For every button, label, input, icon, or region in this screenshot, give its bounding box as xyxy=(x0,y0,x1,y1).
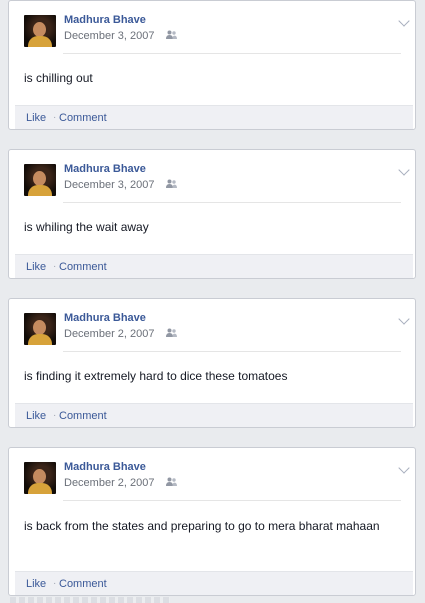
post-meta: December 2, 2007 xyxy=(64,328,177,340)
next-post-peek xyxy=(10,597,170,603)
post-meta: December 2, 2007 xyxy=(64,477,177,489)
status-post: Madhura Bhave December 3, 2007 is chilli… xyxy=(8,0,416,130)
post-meta: December 3, 2007 xyxy=(64,30,177,42)
chevron-down-icon[interactable] xyxy=(398,313,410,325)
status-text: is finding it extremely hard to dice the… xyxy=(24,369,288,383)
action-bar: Like · Comment xyxy=(15,254,413,278)
post-date-link[interactable]: December 3, 2007 xyxy=(64,179,155,191)
action-separator: · xyxy=(53,112,57,123)
action-bar: Like · Comment xyxy=(15,403,413,427)
status-post: Madhura Bhave December 3, 2007 is whilin… xyxy=(8,149,416,279)
author-name-link[interactable]: Madhura Bhave xyxy=(64,312,146,324)
comment-button[interactable]: Comment xyxy=(59,572,107,596)
header-divider xyxy=(63,202,401,203)
status-post: Madhura Bhave December 2, 2007 is findin… xyxy=(8,298,416,428)
action-separator: · xyxy=(53,410,57,421)
friends-icon[interactable] xyxy=(165,328,177,340)
post-date-link[interactable]: December 3, 2007 xyxy=(64,30,155,42)
action-bar: Like · Comment xyxy=(15,105,413,129)
action-separator: · xyxy=(53,261,57,272)
post-meta: December 3, 2007 xyxy=(64,179,177,191)
status-text: is whiling the wait away xyxy=(24,220,149,234)
friends-icon[interactable] xyxy=(165,30,177,42)
chevron-down-icon[interactable] xyxy=(398,462,410,474)
friends-icon[interactable] xyxy=(165,477,177,489)
header-divider xyxy=(63,53,401,54)
author-name-link[interactable]: Madhura Bhave xyxy=(64,461,146,473)
friends-icon[interactable] xyxy=(165,179,177,191)
status-text: is chilling out xyxy=(24,71,93,85)
header-divider xyxy=(63,351,401,352)
comment-button[interactable]: Comment xyxy=(59,106,107,130)
avatar[interactable] xyxy=(24,15,56,47)
author-name-link[interactable]: Madhura Bhave xyxy=(64,163,146,175)
avatar[interactable] xyxy=(24,164,56,196)
avatar[interactable] xyxy=(24,462,56,494)
author-name-link[interactable]: Madhura Bhave xyxy=(64,14,146,26)
action-bar: Like · Comment xyxy=(15,571,413,595)
like-button[interactable]: Like xyxy=(26,572,46,596)
chevron-down-icon[interactable] xyxy=(398,164,410,176)
status-post: Madhura Bhave December 2, 2007 is back f… xyxy=(8,447,416,596)
chevron-down-icon[interactable] xyxy=(398,15,410,27)
action-separator: · xyxy=(53,578,57,589)
post-date-link[interactable]: December 2, 2007 xyxy=(64,328,155,340)
post-date-link[interactable]: December 2, 2007 xyxy=(64,477,155,489)
comment-button[interactable]: Comment xyxy=(59,404,107,428)
like-button[interactable]: Like xyxy=(26,404,46,428)
comment-button[interactable]: Comment xyxy=(59,255,107,279)
avatar[interactable] xyxy=(24,313,56,345)
like-button[interactable]: Like xyxy=(26,106,46,130)
header-divider xyxy=(63,500,401,501)
status-text: is back from the states and preparing to… xyxy=(24,519,380,533)
like-button[interactable]: Like xyxy=(26,255,46,279)
